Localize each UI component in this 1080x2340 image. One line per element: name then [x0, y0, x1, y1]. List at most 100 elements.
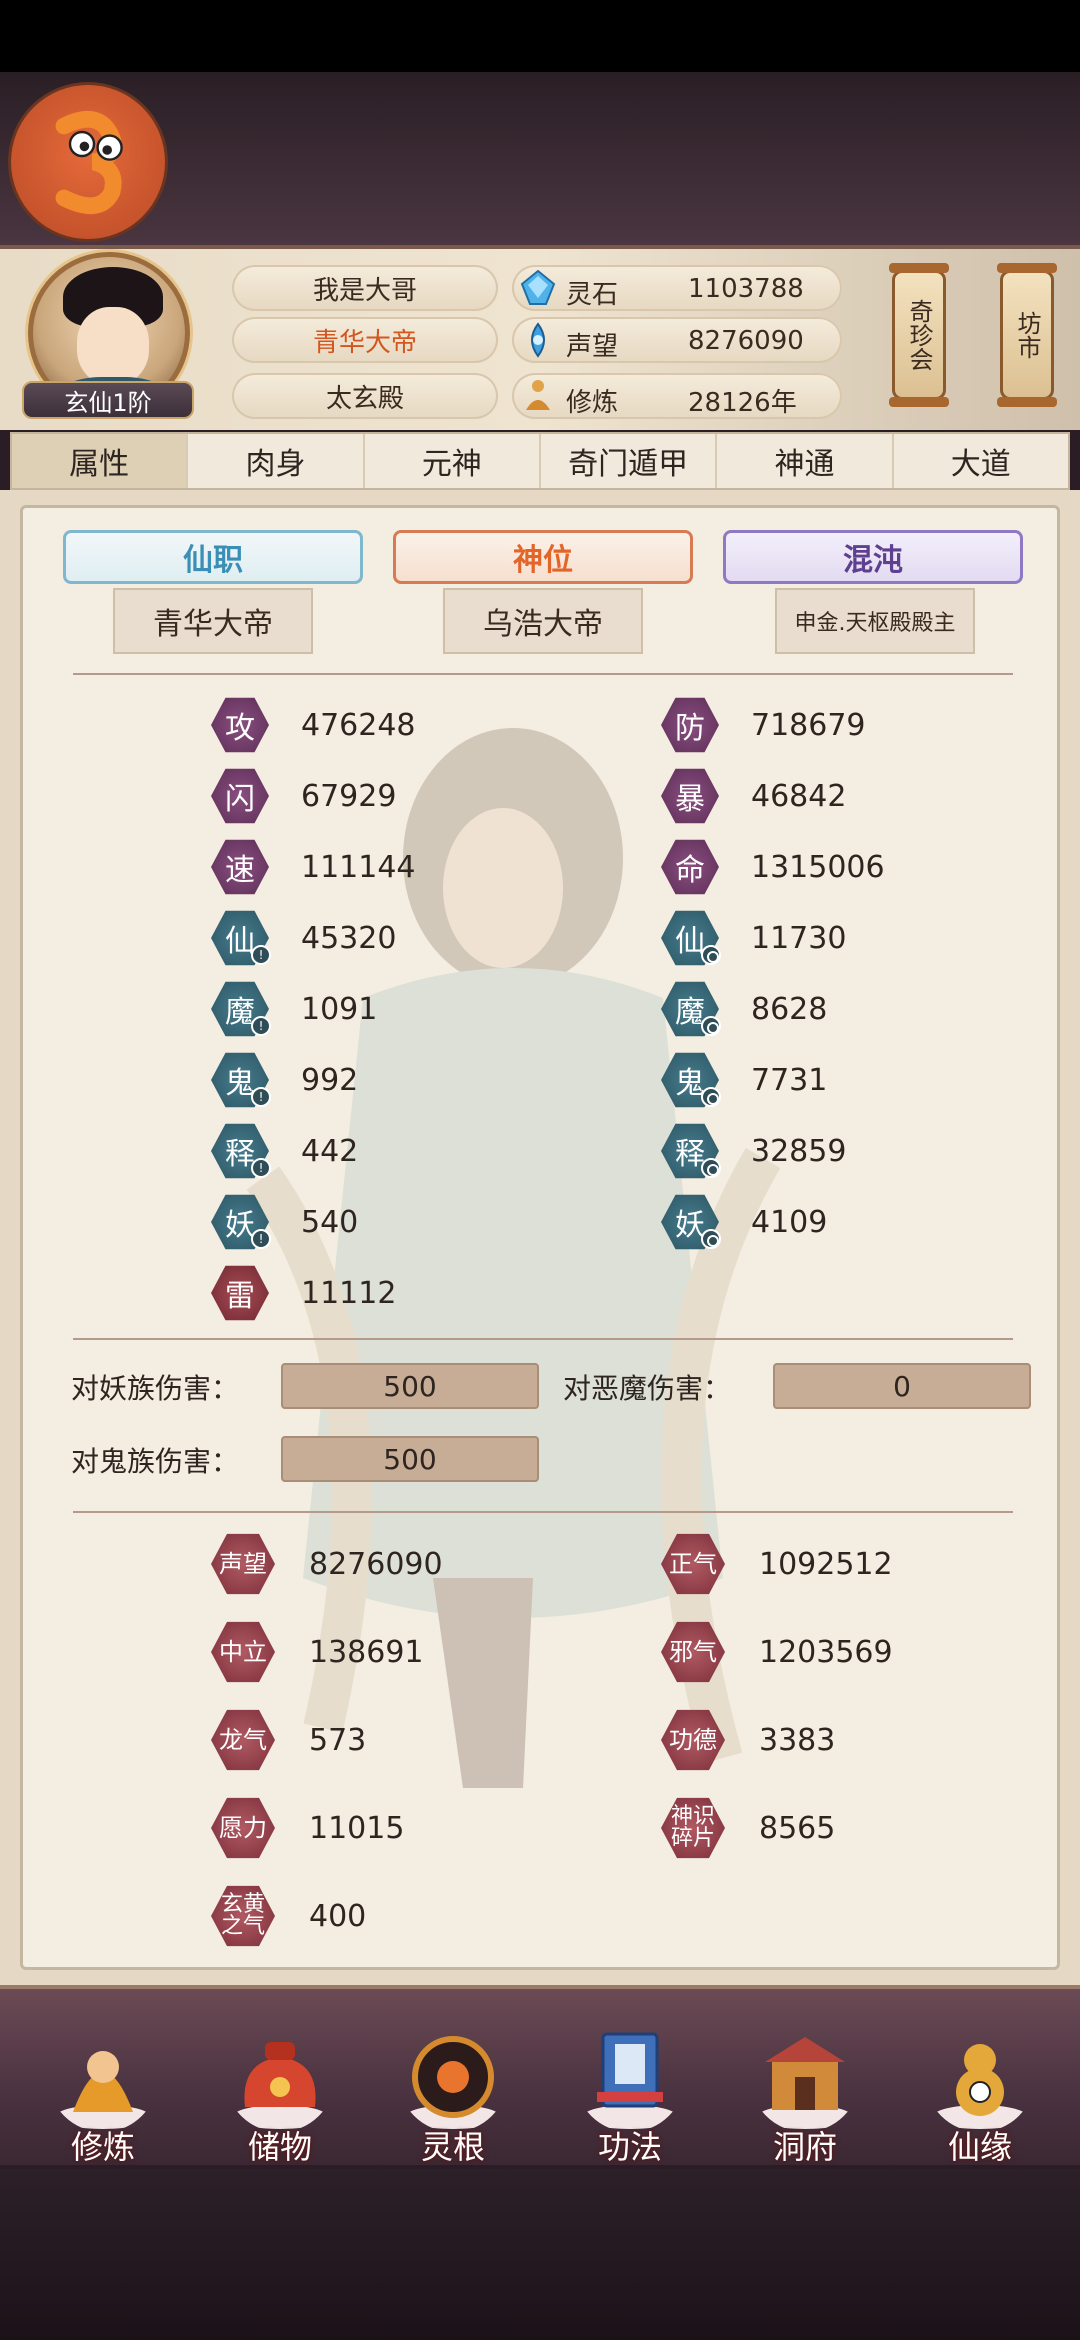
misc-merit: 功德 3383 [661, 1708, 835, 1772]
rank-title-chaos: 混沌 [723, 530, 1023, 584]
stat-value: 476248 [301, 707, 416, 743]
info-icon: ! [251, 1087, 271, 1107]
nav-storage[interactable]: 储物 [205, 2022, 355, 2172]
stat-thunder: 雷 11112 [211, 1262, 396, 1324]
stat-demon-atk[interactable]: 魔 ! 1091 [211, 978, 377, 1040]
bottom-spacer [0, 2169, 1080, 2340]
tab-dao[interactable]: 大道 [894, 434, 1068, 488]
dmg-vs-demon-label: 对恶魔伤害： [563, 1372, 732, 1405]
nav-fate[interactable]: 仙缘 [905, 2022, 1055, 2172]
nav-spirit-root[interactable]: 灵根 [378, 2022, 528, 2172]
stat-value: 992 [301, 1062, 359, 1098]
stat-value: 67929 [301, 778, 397, 814]
misc-value: 1203569 [759, 1634, 893, 1670]
misc-xuanhuang-qi: 玄黄之气 400 [211, 1884, 366, 1948]
rank-badge: 玄仙1阶 [22, 381, 194, 419]
shield-info-icon [701, 1016, 721, 1036]
info-icon: ! [251, 1158, 271, 1178]
stat-immortal-atk[interactable]: 仙 ! 45320 [211, 907, 396, 969]
technique-book-icon [582, 2032, 678, 2129]
resource-label: 修炼 [566, 388, 619, 418]
stat-value: 11112 [301, 1275, 397, 1311]
stat-immortal-def[interactable]: 仙 11730 [661, 907, 846, 969]
nav-label: 储物 [247, 2128, 312, 2166]
nav-cultivate[interactable]: 修炼 [28, 2022, 178, 2172]
stat-value: 1315006 [751, 849, 885, 885]
dmg-vs-monster-label: 对妖族伤害： [71, 1372, 240, 1405]
stat-buddha-atk[interactable]: 释 ! 442 [211, 1120, 358, 1182]
misc-evil: 邪气 1203569 [661, 1620, 893, 1684]
spirit-root-icon [405, 2036, 501, 2129]
stat-dodge: 闪 67929 [211, 765, 396, 827]
tab-body[interactable]: 肉身 [188, 434, 365, 488]
resource-label: 声望 [566, 332, 619, 362]
shield-info-icon [701, 1229, 721, 1249]
stat-value: 111144 [301, 849, 416, 885]
cultivate-icon [526, 380, 550, 410]
stat-icon: 防 [661, 697, 719, 753]
misc-dragon-qi: 龙气 573 [211, 1708, 366, 1772]
market-label: 坊市 [1013, 311, 1041, 359]
cave-dwelling-icon [757, 2037, 853, 2129]
stat-value: 8628 [751, 991, 828, 1027]
stat-monster-def[interactable]: 妖 4109 [661, 1191, 827, 1253]
resource-value: 28126年 [688, 388, 797, 418]
resource-cultivation: 修炼 28126年 [512, 373, 842, 419]
dmg-vs-ghost-value: 500 [281, 1436, 539, 1482]
nav-label: 修炼 [70, 2128, 135, 2166]
stat-ghost-def[interactable]: 鬼 7731 [661, 1049, 827, 1111]
resource-prestige: 声望 8276090 [512, 317, 842, 363]
stat-icon: 攻 [211, 697, 269, 753]
stat-icon: 命 [661, 839, 719, 895]
misc-value: 11015 [309, 1810, 405, 1846]
stat-speed: 速 111144 [211, 836, 416, 898]
tab-qimen[interactable]: 奇门遁甲 [541, 434, 718, 488]
nav-label: 仙缘 [947, 2128, 1012, 2166]
storage-bag-icon [232, 2042, 328, 2129]
misc-value: 3383 [759, 1722, 836, 1758]
misc-value: 573 [309, 1722, 367, 1758]
stat-value: 442 [301, 1133, 359, 1169]
tab-spirit[interactable]: 元神 [365, 434, 541, 488]
game-logo-button[interactable] [8, 82, 168, 242]
stat-monster-atk[interactable]: 妖 ! 540 [211, 1191, 358, 1253]
misc-icon: 正气 [661, 1533, 725, 1595]
nav-label: 洞府 [772, 2128, 837, 2166]
stat-value: 1091 [301, 991, 378, 1027]
misc-icon: 邪气 [661, 1621, 725, 1683]
nav-techniques[interactable]: 功法 [555, 2022, 705, 2172]
stat-icon: 速 [211, 839, 269, 895]
nav-cave[interactable]: 洞府 [730, 2022, 880, 2172]
resource-spirit-stone: 灵石 1103788 [512, 265, 842, 311]
stat-icon: 闪 [211, 768, 269, 824]
rank-title-office: 仙职 [63, 530, 363, 584]
misc-value: 400 [309, 1898, 367, 1934]
section-divider [73, 1511, 1013, 1513]
status-bar [0, 0, 1080, 72]
stat-attack: 攻 476248 [211, 694, 416, 756]
tab-attributes[interactable]: 属性 [12, 434, 189, 488]
misc-icon: 神识碎片 [661, 1797, 725, 1859]
stat-ghost-atk[interactable]: 鬼 ! 992 [211, 1049, 358, 1111]
shield-info-icon [701, 1087, 721, 1107]
treasure-fair-button[interactable]: 奇珍会 [889, 263, 949, 407]
misc-neutral: 中立 138691 [211, 1620, 424, 1684]
stat-buddha-def[interactable]: 释 32859 [661, 1120, 846, 1182]
resource-value: 8276090 [688, 326, 804, 356]
stat-hp: 命 1315006 [661, 836, 885, 898]
misc-icon: 功德 [661, 1709, 725, 1771]
info-icon: ! [251, 945, 271, 965]
stat-value: 32859 [751, 1133, 847, 1169]
rank-value-divine: 乌浩大帝 [443, 588, 643, 654]
misc-soul-fragment: 神识碎片 8565 [661, 1796, 835, 1860]
market-button[interactable]: 坊市 [997, 263, 1057, 407]
worm-mascot-icon [55, 110, 123, 214]
misc-value: 8276090 [309, 1546, 443, 1582]
tab-powers[interactable]: 神通 [717, 434, 894, 488]
stat-demon-def[interactable]: 魔 8628 [661, 978, 827, 1040]
misc-will-power: 愿力 11015 [211, 1796, 404, 1860]
dmg-vs-ghost-label: 对鬼族伤害： [71, 1445, 240, 1478]
attributes-panel: 仙职 青华大帝 神位 乌浩大帝 混沌 申金.天枢殿殿主 攻 476248 闪 6… [20, 505, 1060, 1970]
stat-defense: 防 718679 [661, 694, 866, 756]
player-title: 青华大帝 [232, 317, 498, 363]
